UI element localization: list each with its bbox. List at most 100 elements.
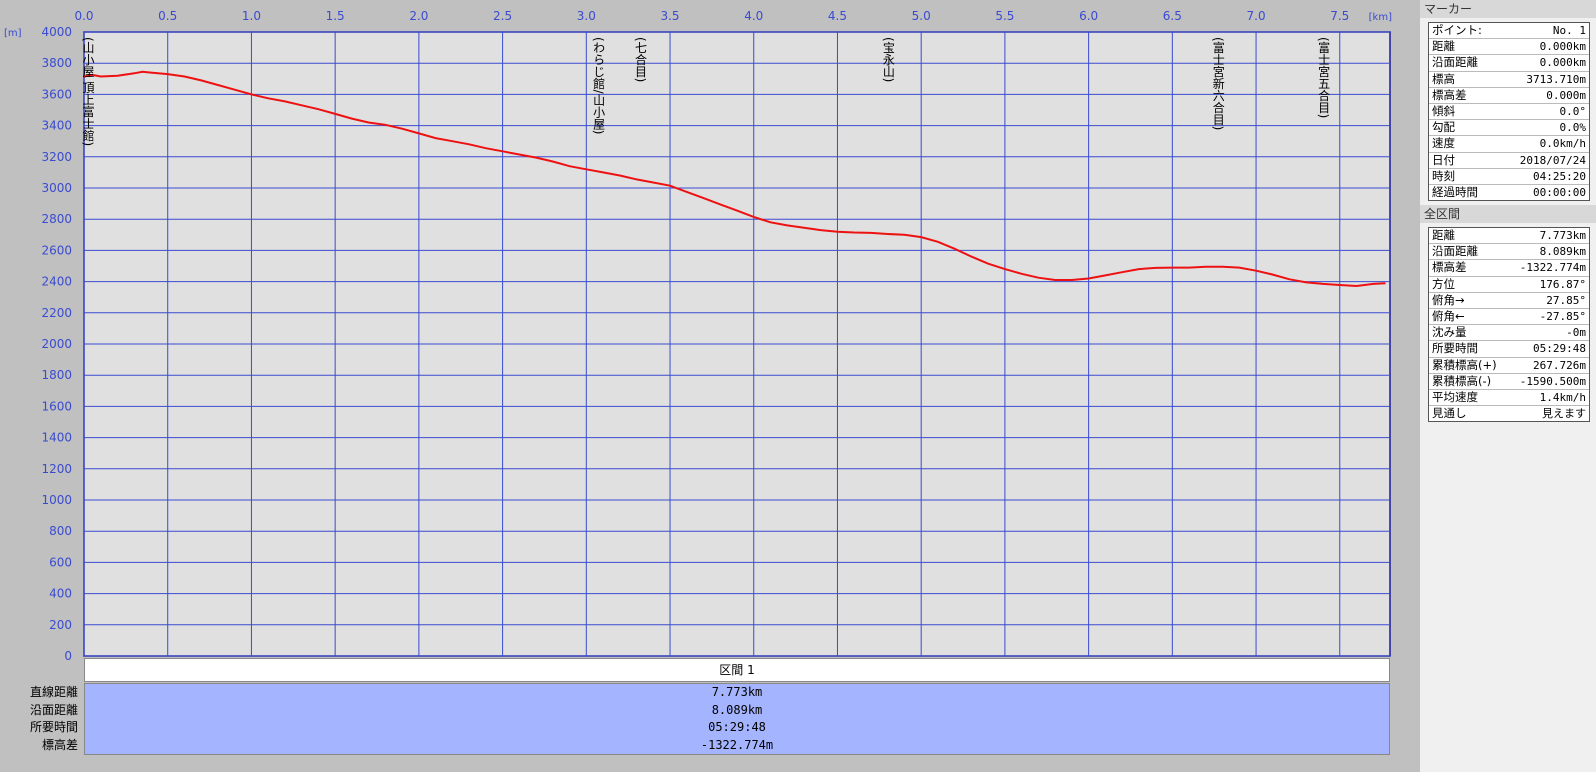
grid-lines (83, 31, 1390, 657)
y-tick-label: 2800 (41, 212, 72, 226)
info-value: 3713.710m (1526, 72, 1586, 86)
section-row-value: 05:29:48 (708, 720, 766, 734)
x-tick-label: 4.5 (828, 9, 847, 23)
y-tick-label: 3600 (41, 87, 72, 101)
x-tick-label: 1.0 (242, 9, 261, 23)
info-value: 00:00:00 (1533, 185, 1586, 199)
x-tick-label: 6.0 (1079, 9, 1098, 23)
y-tick-label: 3400 (41, 119, 72, 133)
y-tick-label: 1400 (41, 431, 72, 445)
y-axis-ticks: 0 200 400 600 800 1000 1200 1400 1600 1800 2000 220… (41, 25, 72, 660)
x-tick-label: 6.5 (1163, 9, 1182, 23)
waypoint-label: (わらじ館/山小屋) (592, 37, 606, 134)
info-value: 176.87° (1539, 277, 1586, 291)
info-key: 標高差 (1432, 260, 1467, 275)
info-value: -0m (1566, 326, 1586, 340)
info-value: 267.726m (1533, 358, 1586, 372)
info-value: 27.85° (1546, 293, 1586, 307)
x-tick-label: 1.5 (326, 9, 345, 23)
waypoint-label: (宝永山) (881, 37, 895, 82)
x-tick-label: 7.5 (1330, 9, 1349, 23)
info-row: 俯角→ 27.85° (1429, 293, 1589, 309)
section-row-label: 標高差 (41, 737, 78, 752)
info-row: 俯角← -27.85° (1429, 309, 1589, 326)
info-value: -1322.774m (1519, 261, 1586, 275)
info-key: 沈み量 (1432, 325, 1467, 340)
waypoint-label: (七合目) (634, 37, 648, 82)
marker-panel: ポイント: No. 1 距離 0.000km 沿面距離 0.000km 標高 3713.710… (1428, 22, 1590, 202)
x-tick-label: 2.0 (409, 9, 428, 23)
y-tick-label: 600 (49, 555, 72, 569)
total-panel: 距離 7.773km 沿面距離 8.089km 標高差 -1322.774m 方位 176.8… (1428, 227, 1590, 423)
info-key: 経過時間 (1432, 184, 1478, 199)
y-tick-label: 2400 (41, 275, 72, 289)
info-key: 所要時間 (1432, 341, 1478, 356)
total-panel-title: 全区間 (1420, 205, 1596, 224)
info-row: 沿面距離 8.089km (1429, 244, 1589, 261)
x-axis-unit: [km] (1369, 12, 1392, 23)
x-tick-label: 3.5 (660, 9, 679, 23)
y-tick-label: 1800 (41, 368, 72, 382)
x-tick-label: 5.5 (995, 9, 1014, 23)
info-key: 俯角← (1432, 309, 1465, 323)
info-row: 傾斜 0.0° (1429, 103, 1589, 121)
info-row: 累積標高(-) -1590.500m (1429, 374, 1589, 390)
info-row: 勾配 0.0% (1429, 120, 1589, 137)
info-key: 標高 (1432, 71, 1455, 86)
info-key: 沿面距離 (1432, 55, 1478, 70)
y-tick-label: 2200 (41, 306, 72, 320)
section-values: 7.773km 8.089km 05:29:48 -1322.774m (84, 683, 1390, 755)
x-axis-ticks: 0.0 0.5 1.0 1.5 2.0 2.5 3.0 3.5 4.0 4.5 5.0 5.5 6.0 6… (74, 9, 1349, 23)
info-row: 見通し 見えます (1429, 406, 1589, 421)
x-tick-label: 7.0 (1247, 9, 1266, 23)
info-key: 方位 (1432, 276, 1455, 291)
x-tick-label: 0.5 (158, 9, 177, 23)
waypoint-label: (富士宮新六合目) (1211, 37, 1225, 130)
info-row: 所要時間 05:29:48 (1429, 341, 1589, 358)
info-row: 方位 176.87° (1429, 277, 1589, 293)
y-axis-unit: [m] (4, 28, 22, 39)
info-value: 0.0km/h (1539, 137, 1586, 151)
info-key: 距離 (1432, 39, 1455, 54)
info-value: 8.089km (1539, 245, 1586, 259)
info-value: 0.000km (1539, 56, 1586, 70)
info-row: 累積標高(+) 267.726m (1429, 358, 1589, 374)
elevation-chart: 0.0 0.5 1.0 1.5 2.0 2.5 3.0 3.5 4.0 4.5 5.0 5.5 6.0 6… (4, 9, 1392, 660)
y-tick-label: 3000 (41, 181, 72, 195)
x-tick-label: 3.0 (577, 9, 596, 23)
info-value: 7.773km (1539, 229, 1586, 243)
y-tick-label: 4000 (41, 25, 72, 39)
info-row: 時刻 04:25:20 (1429, 169, 1589, 185)
info-key: 時刻 (1432, 168, 1455, 183)
info-key: 累積標高(-) (1432, 373, 1492, 388)
info-value: 05:29:48 (1533, 342, 1586, 356)
x-tick-label: 2.5 (493, 9, 512, 23)
info-row: 距離 7.773km (1429, 228, 1589, 245)
section-row-label: 直線距離 (29, 685, 78, 699)
info-key: 累積標高(+) (1432, 357, 1497, 372)
info-value: -27.85° (1539, 310, 1586, 323)
info-key: 距離 (1432, 228, 1455, 243)
section-row-label: 沿面距離 (29, 702, 78, 717)
info-row: 沿面距離 0.000km (1429, 55, 1589, 72)
info-value: 2018/07/24 (1519, 153, 1586, 167)
info-key: 見通し (1432, 406, 1467, 421)
info-value: 0.000m (1546, 88, 1586, 102)
section-row-labels: 直線距離沿面距離所要時間標高差 (0, 684, 82, 754)
waypoint-label: (富士宮五合目) (1317, 37, 1331, 118)
info-value: 0.0° (1559, 104, 1587, 118)
info-key: 傾斜 (1432, 103, 1455, 118)
info-row: 標高 3713.710m (1429, 72, 1589, 88)
y-tick-label: 3200 (41, 150, 72, 164)
info-key: 日付 (1432, 152, 1455, 167)
info-value: 0.000km (1539, 40, 1586, 54)
x-tick-label: 0.0 (74, 9, 93, 23)
section-row-label: 所要時間 (29, 720, 78, 734)
section-header[interactable]: 区間 1 (84, 658, 1390, 682)
y-tick-label: 1000 (41, 493, 72, 507)
info-row: 平均速度 1.4km/h (1429, 390, 1589, 407)
info-key: 沿面距離 (1432, 244, 1478, 259)
info-row: 速度 0.0km/h (1429, 136, 1589, 153)
section-row-value: -1322.774m (700, 737, 774, 752)
y-tick-label: 2000 (41, 337, 72, 351)
